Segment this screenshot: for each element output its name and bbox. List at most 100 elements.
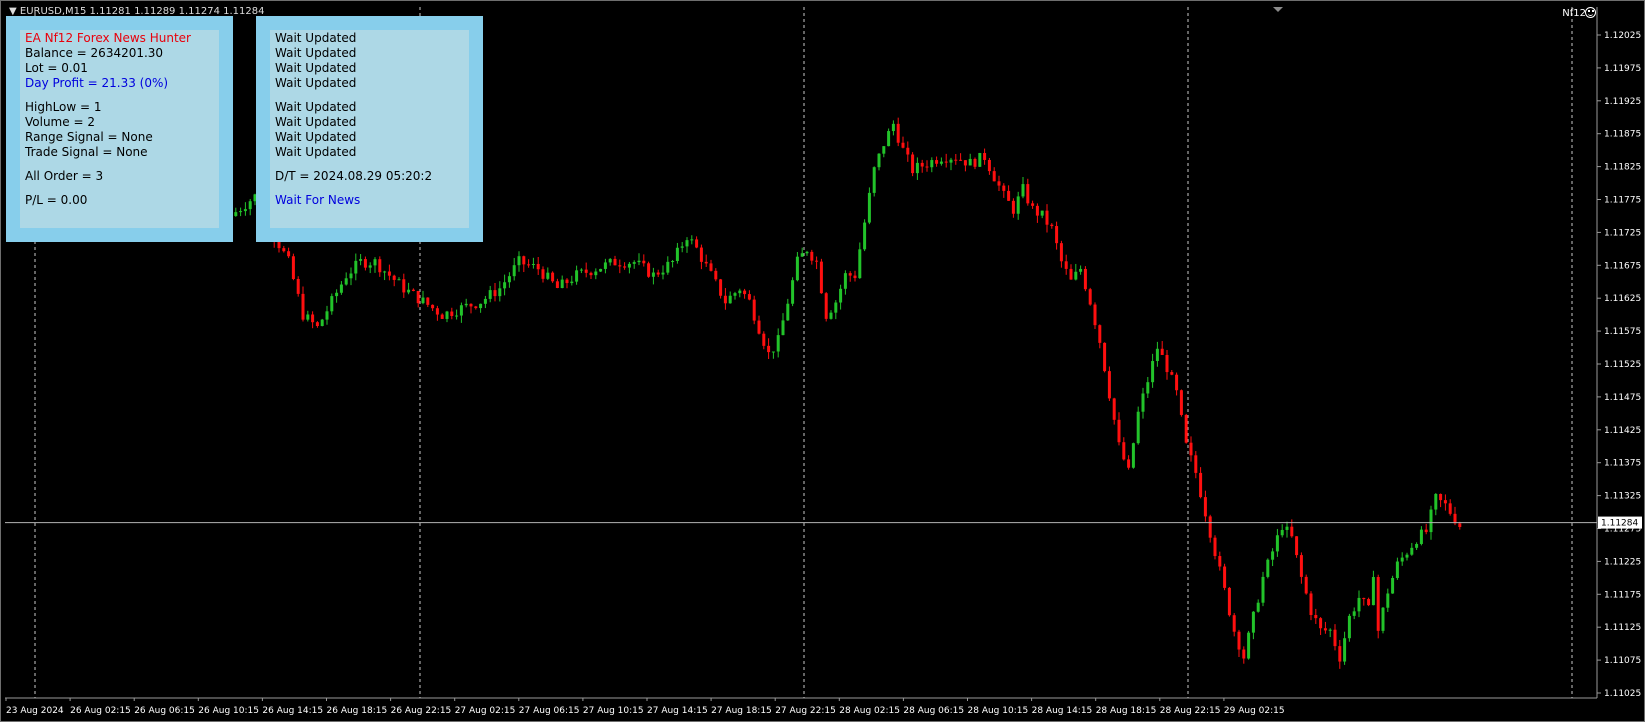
chart-window[interactable]: 1.12025 1.11975 1.11925 1.11875 1.11825 1.117… <box>0 0 1645 722</box>
candle-body <box>325 311 329 320</box>
candle-body <box>714 270 718 280</box>
candle-body <box>1194 455 1198 473</box>
candle-body <box>1371 577 1375 606</box>
price-tick-label: 1.11925 <box>1604 97 1641 107</box>
price-tick-label: 1.11075 <box>1604 656 1641 666</box>
candle-body <box>1304 576 1308 594</box>
candle-body <box>1112 398 1116 420</box>
wait-updated-text: Wait Updated <box>275 145 357 159</box>
candle-body <box>1055 226 1059 244</box>
range-signal-text: Range Signal = None <box>25 130 153 144</box>
candle-body <box>560 279 564 289</box>
candle-body <box>747 294 751 300</box>
price-tick-label: 1.11625 <box>1604 294 1641 304</box>
candle-body <box>1011 200 1015 214</box>
candle-body <box>968 158 972 166</box>
candle-body <box>570 281 574 284</box>
candle-body <box>1045 210 1049 225</box>
price-tick-label: 1.11325 <box>1604 492 1641 502</box>
candle-body <box>1314 615 1318 619</box>
candle-body <box>618 265 622 267</box>
candle-body <box>291 256 295 279</box>
price-tick-label: 1.11975 <box>1604 64 1641 74</box>
lot-text: Lot = 0.01 <box>25 61 88 75</box>
candle-body <box>1261 576 1265 603</box>
candle-body <box>800 253 804 257</box>
price-tick-label: 1.11575 <box>1604 327 1641 337</box>
candle-body <box>891 123 895 132</box>
expert-advisor-label[interactable]: Nf12 <box>1562 8 1586 19</box>
candle-body <box>1165 354 1169 373</box>
candle-body <box>575 270 579 282</box>
candle-body <box>647 263 651 277</box>
candle-body <box>1141 393 1145 412</box>
time-tick-label: 27 Aug 18:15 <box>711 706 772 716</box>
candle-body <box>1333 629 1337 647</box>
day-profit-text: Day Profit = 21.33 (0%) <box>25 76 169 90</box>
candle-body <box>1429 509 1433 533</box>
candle-body <box>527 264 531 266</box>
candle-body <box>565 279 569 284</box>
candle-body <box>306 314 310 320</box>
candle-body <box>1079 268 1083 272</box>
candle-body <box>642 260 646 264</box>
candle-body <box>1035 205 1039 216</box>
price-tick-label: 1.11875 <box>1604 130 1641 140</box>
candle-body <box>1338 646 1342 662</box>
candle-body <box>1299 555 1303 577</box>
candle-body <box>906 147 910 155</box>
candle-body <box>1280 529 1284 536</box>
candle-body <box>387 271 391 276</box>
candle-body <box>819 261 823 294</box>
price-tick-label: 1.11475 <box>1604 393 1641 403</box>
candle-body <box>1439 493 1443 501</box>
wait-updated-text: Wait Updated <box>275 100 357 114</box>
price-tick-label: 1.11175 <box>1604 590 1641 600</box>
candle-body <box>815 260 819 262</box>
candle-body <box>867 192 871 223</box>
candle-body <box>599 268 603 272</box>
candle-body <box>483 298 487 304</box>
candle-body <box>752 299 756 321</box>
candle-body <box>699 247 703 262</box>
candle-body <box>363 259 367 268</box>
candle-body <box>834 302 838 313</box>
candle-body <box>1352 611 1356 616</box>
candle-body <box>810 251 814 261</box>
candle-body <box>603 262 607 269</box>
datetime-text: D/T = 2024.08.29 05:20:2 <box>275 169 433 183</box>
candle-body <box>287 251 291 257</box>
candle-body <box>920 162 924 167</box>
candle-body <box>435 308 439 315</box>
price-chart[interactable]: 1.12025 1.11975 1.11925 1.11875 1.11825 1.117… <box>1 1 1645 723</box>
time-tick-label: 28 Aug 02:15 <box>839 706 900 716</box>
candle-body <box>992 171 996 182</box>
candle-body <box>421 297 425 304</box>
candle-body <box>1179 390 1183 415</box>
candle-body <box>450 311 454 316</box>
candle-body <box>1419 529 1423 544</box>
time-tick-label: 28 Aug 22:15 <box>1160 706 1221 716</box>
candle-body <box>723 295 727 304</box>
candle-body <box>493 290 497 297</box>
candle-body <box>1410 547 1414 555</box>
candle-body <box>1155 348 1159 362</box>
candle-body <box>791 280 795 304</box>
time-tick-label: 28 Aug 18:15 <box>1096 706 1157 716</box>
candle-body <box>517 256 521 266</box>
candle-body <box>354 260 358 274</box>
time-tick-label: 27 Aug 10:15 <box>583 706 644 716</box>
wait-updated-text: Wait Updated <box>275 76 357 90</box>
candle-body <box>320 319 324 326</box>
candle-body <box>829 312 833 319</box>
candle-body <box>1208 516 1212 538</box>
ea-info-panel: EA Nf12 Forex News Hunter Balance = 2634… <box>6 16 233 242</box>
candle-body <box>1107 371 1111 399</box>
candle-body <box>795 256 799 281</box>
candle-body <box>939 161 943 164</box>
candle-body <box>911 154 915 174</box>
time-tick-label: 27 Aug 06:15 <box>519 706 580 716</box>
candle-body <box>901 142 905 148</box>
candle-body <box>512 265 516 277</box>
smiley-icon <box>1585 7 1596 18</box>
